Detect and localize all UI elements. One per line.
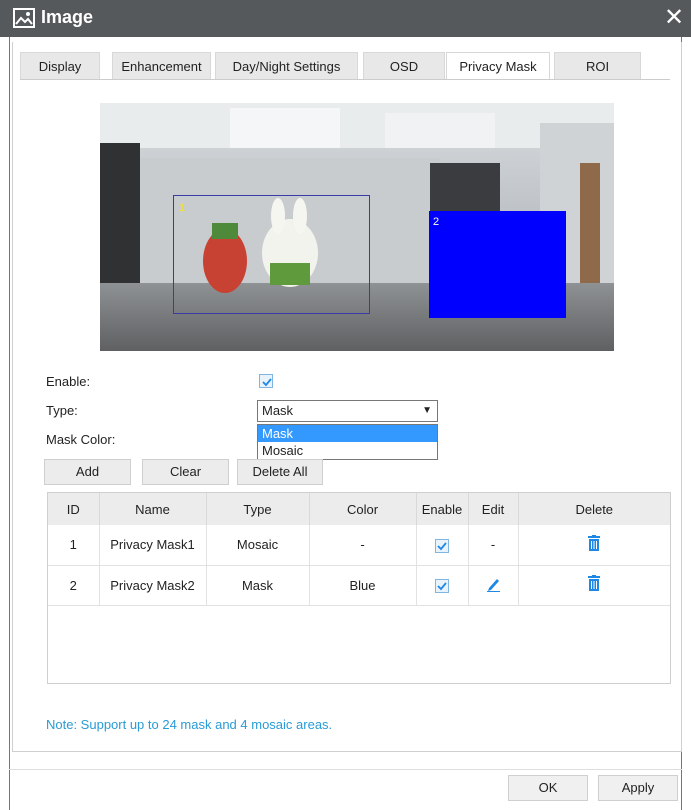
apply-button[interactable]: Apply — [598, 775, 678, 801]
enable-label: Enable: — [46, 374, 91, 389]
trash-icon[interactable] — [587, 575, 601, 595]
mask-2-label: 2 — [433, 216, 440, 228]
col-enable: Enable — [416, 493, 469, 525]
privacy-mask-1-area[interactable]: 1 — [173, 195, 370, 314]
pencil-icon[interactable] — [485, 576, 501, 595]
image-icon — [13, 8, 35, 28]
type-label: Type: — [46, 403, 78, 418]
type-select-value: Mask — [262, 403, 294, 418]
row-color: - — [309, 525, 417, 566]
col-name: Name — [99, 493, 207, 525]
table-row: 2 Privacy Mask2 Mask Blue — [48, 565, 670, 606]
row-delete-cell — [518, 525, 670, 566]
col-id: ID — [48, 493, 100, 525]
row-enable-checkbox[interactable] — [435, 578, 449, 593]
row-enable-cell — [416, 525, 469, 566]
row-name: Privacy Mask1 — [99, 525, 207, 566]
type-option-mosaic[interactable]: Mosaic — [258, 442, 437, 459]
clear-button[interactable]: Clear — [142, 459, 229, 485]
trash-icon[interactable] — [587, 534, 601, 555]
mask-1-label: 1 — [179, 202, 186, 214]
delete-all-button[interactable]: Delete All — [237, 459, 323, 485]
enable-checkbox[interactable] — [259, 374, 273, 388]
tab-display[interactable]: Display — [20, 52, 100, 80]
mask-color-label: Mask Color: — [46, 432, 116, 447]
note-text: Note: Support up to 24 mask and 4 mosaic… — [46, 717, 333, 732]
check-icon — [437, 582, 447, 591]
tab-osd[interactable]: OSD — [363, 52, 445, 80]
table-row: 1 Privacy Mask1 Mosaic - - — [48, 525, 670, 566]
tab-roi[interactable]: ROI — [554, 52, 641, 80]
image-dialog: Image ✕ Display Enhancement Day/Night Se… — [0, 0, 691, 810]
chevron-down-icon: ▼ — [422, 405, 432, 416]
row-type: Mosaic — [206, 525, 310, 566]
row-edit: - — [468, 525, 519, 566]
privacy-mask-table: ID Name Type Color Enable Edit Delete 1 … — [47, 492, 671, 684]
type-select[interactable]: Mask ▼ — [257, 400, 438, 422]
tab-divider — [20, 79, 670, 80]
col-delete: Delete — [518, 493, 670, 525]
title-bar: Image ✕ — [0, 0, 691, 37]
row-id: 1 — [48, 525, 100, 566]
type-dropdown-list: Mask Mosaic — [257, 424, 438, 460]
add-button[interactable]: Add — [44, 459, 131, 485]
type-option-mask[interactable]: Mask — [258, 425, 437, 442]
check-icon — [437, 541, 447, 550]
footer-divider — [9, 769, 682, 770]
window-title: Image — [41, 7, 94, 27]
check-icon — [262, 378, 272, 387]
row-type: Mask — [206, 565, 310, 606]
row-delete-cell — [518, 565, 670, 606]
table-header-row: ID Name Type Color Enable Edit Delete — [48, 493, 670, 525]
ok-button[interactable]: OK — [508, 775, 588, 801]
row-name: Privacy Mask2 — [99, 565, 207, 606]
close-icon[interactable]: ✕ — [661, 4, 687, 32]
row-enable-checkbox[interactable] — [435, 538, 449, 553]
col-color: Color — [309, 493, 417, 525]
row-id: 2 — [48, 565, 100, 606]
camera-preview[interactable]: 1 2 — [100, 103, 614, 351]
col-edit: Edit — [468, 493, 519, 525]
col-type: Type — [206, 493, 310, 525]
tab-enhancement[interactable]: Enhancement — [112, 52, 211, 80]
privacy-mask-2-area[interactable]: 2 — [429, 211, 566, 318]
tab-day-night-settings[interactable]: Day/Night Settings — [215, 52, 358, 80]
row-edit-cell — [468, 565, 519, 606]
tab-privacy-mask[interactable]: Privacy Mask — [446, 52, 550, 80]
row-color: Blue — [309, 565, 417, 606]
row-enable-cell — [416, 565, 469, 606]
